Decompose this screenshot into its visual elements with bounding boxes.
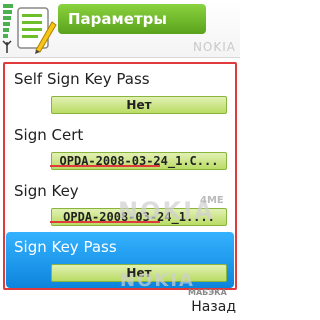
softkey-bar: Назад (0, 296, 240, 320)
antenna-icon (2, 40, 12, 53)
setting-label: Self Sign Key Pass (14, 70, 150, 88)
page-title: Параметры (58, 4, 206, 34)
setting-self-sign-key-pass[interactable]: Self Sign Key Pass Нет (6, 64, 234, 120)
watermark-middle-suffix: 4ME (200, 195, 224, 206)
settings-app-icon (17, 7, 57, 54)
settings-list: Self Sign Key Pass Нет Sign Cert OPDA-20… (0, 60, 240, 296)
setting-label: Sign Cert (14, 126, 84, 144)
setting-label: Sign Key (14, 182, 79, 200)
header-watermark: NOKIA (192, 40, 236, 54)
setting-label: Sign Key Pass (14, 238, 117, 256)
status-bar: Параметры NOKIA (0, 0, 240, 58)
setting-sign-cert[interactable]: Sign Cert OPDA-2008-03-24_1.C... (6, 120, 234, 176)
annotation-underline (50, 165, 160, 167)
watermark-bottom: NOKIA (120, 270, 195, 291)
setting-value[interactable]: Нет (51, 96, 227, 114)
setting-value[interactable]: OPDA-2008-03-24_1.C... (51, 152, 227, 170)
back-softkey[interactable]: Назад (191, 299, 236, 315)
